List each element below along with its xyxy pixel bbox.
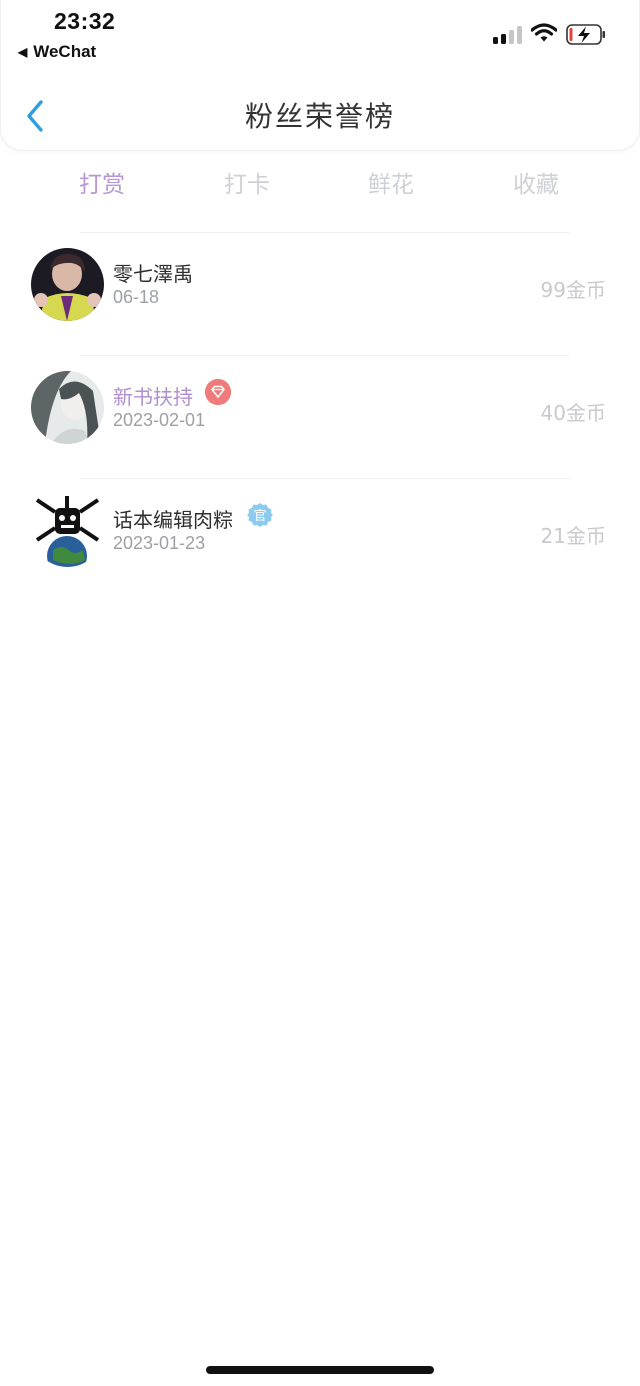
divider [80,232,570,233]
divider [80,478,570,479]
official-badge-icon: 官 [247,502,273,528]
avatar-image [31,248,104,321]
back-to-wechat-link[interactable]: ◀ WeChat [18,42,96,62]
list-item[interactable]: 话本编辑肉粽 官 2023-01-23 21金币 [0,494,640,584]
fan-amount: 21金币 [540,524,606,548]
fan-date: 06-18 [113,287,160,307]
battery-charging-icon [566,24,605,45]
list-item[interactable]: 新书扶持 2023-02-01 40金币 [0,371,640,461]
divider [80,355,570,356]
avatar-image [31,494,104,567]
fan-date: 2023-02-01 [113,410,206,430]
diamond-badge-icon [205,379,231,405]
fan-name: 话本编辑肉粽 [113,508,233,532]
cellular-signal-icon [493,26,523,44]
fan-amount: 99金币 [540,278,606,302]
tab-bar: 打赏 打卡 鲜花 收藏 [0,165,640,201]
fan-date: 2023-01-23 [113,533,206,553]
avatar[interactable] [31,248,104,321]
tab-checkin[interactable]: 打卡 [192,165,302,199]
avatar-image [31,371,104,444]
fan-name: 零七澤禹 [113,262,193,286]
avatar[interactable] [31,371,104,444]
back-app-label: WeChat [33,42,97,61]
list-item[interactable]: 零七澤禹 06-18 99金币 [0,248,640,338]
back-triangle-icon: ◀ [18,45,28,59]
status-time: 23:32 [54,8,116,34]
page-title: 粉丝荣誉榜 [244,100,395,133]
fan-name: 新书扶持 [113,385,193,409]
fan-amount: 40金币 [540,401,606,425]
tab-favorites[interactable]: 收藏 [481,165,591,199]
tab-tips[interactable]: 打赏 [47,165,157,199]
tab-flowers[interactable]: 鲜花 [336,165,446,199]
home-indicator[interactable] [206,1366,434,1374]
wifi-icon [531,23,557,42]
avatar[interactable] [31,494,104,567]
svg-text:官: 官 [253,508,266,524]
